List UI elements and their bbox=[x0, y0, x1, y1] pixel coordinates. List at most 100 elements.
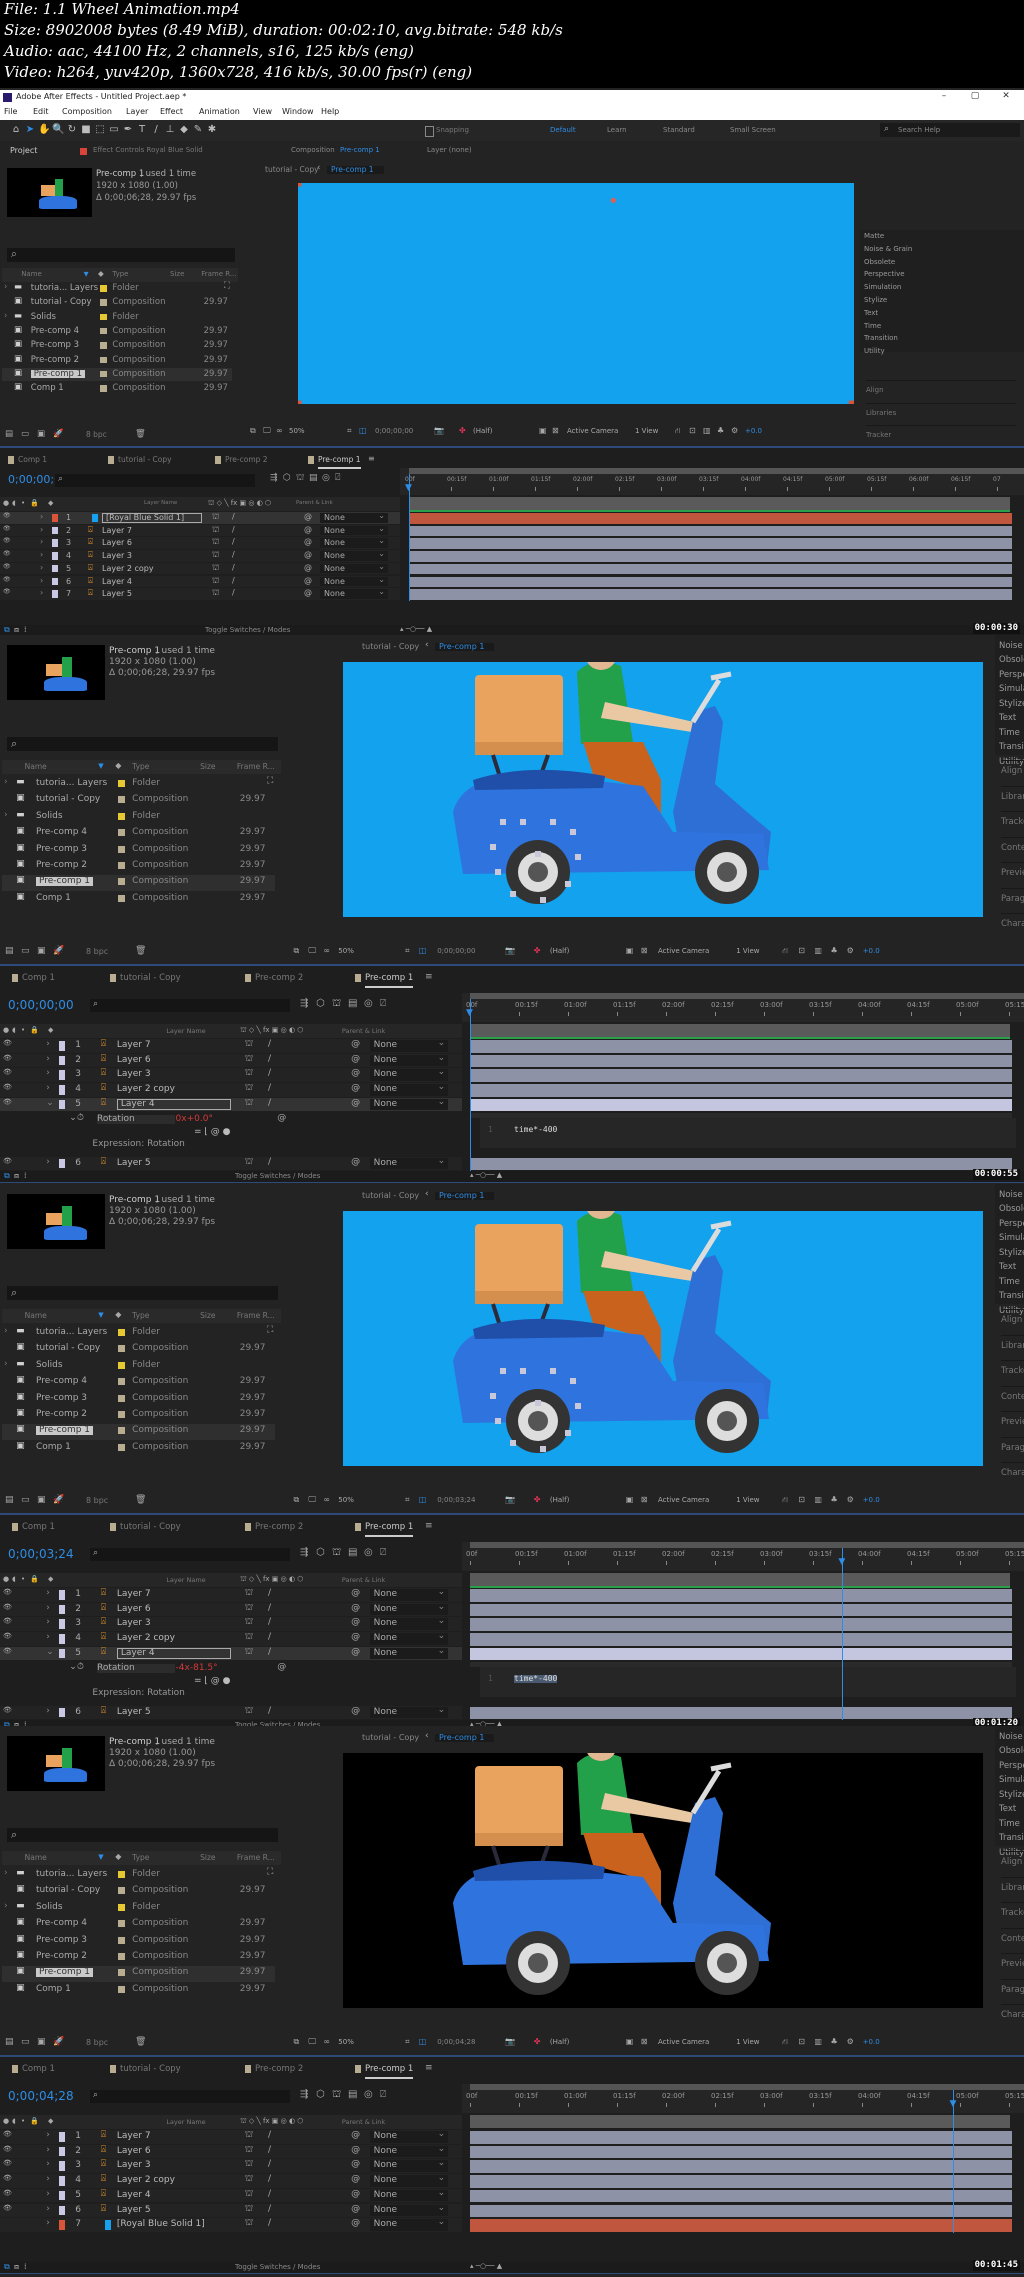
project-item[interactable]: ▣ Pre-comp 3 Composition 29.97 bbox=[2, 339, 232, 352]
quality-switch-icon[interactable]: / bbox=[268, 1647, 271, 1657]
effect-category-5[interactable]: Stylize bbox=[999, 1790, 1024, 1800]
playhead-handle-icon[interactable]: ▼ bbox=[949, 2100, 956, 2109]
tab-menu-icon[interactable]: ≡ bbox=[425, 2064, 433, 2073]
toggle-transparency-icon[interactable]: ⊠ bbox=[641, 947, 648, 955]
project-item[interactable]: ▣ tutorial - Copy Composition 29.97 bbox=[2, 296, 232, 309]
column-type[interactable]: Type bbox=[132, 763, 149, 771]
layer-row[interactable]: 👁 › 4 ⍓ Layer 3 ⛫ / @ None ⌄ bbox=[0, 550, 400, 562]
parent-dropdown[interactable]: None ⌄ bbox=[369, 1097, 449, 1111]
layer-row[interactable]: › 7 [Royal Blue Solid 1] ⛫ / @ None ⌄ bbox=[0, 2218, 462, 2232]
project-search-input[interactable]: ⌕ bbox=[7, 737, 278, 751]
flowchart-icon[interactable]: ⛶ bbox=[267, 1868, 273, 1877]
monitor-icon[interactable]: 🖵 bbox=[263, 427, 271, 435]
layer-label-color[interactable] bbox=[59, 2132, 66, 2142]
always-preview-icon[interactable]: ⧉ bbox=[293, 1496, 299, 1504]
project-item[interactable]: ▣ tutorial - Copy Composition 29.97 bbox=[2, 1342, 275, 1357]
close-button[interactable]: ✕ bbox=[996, 92, 1016, 101]
expand-chevron-icon[interactable]: › bbox=[4, 810, 8, 820]
layer-name[interactable]: Layer 5 bbox=[102, 590, 132, 598]
transfer-controls-icon[interactable]: ⧈ bbox=[14, 2263, 19, 2271]
parent-pickwhip-icon[interactable]: @ bbox=[351, 1084, 360, 1093]
visibility-eye-icon[interactable]: 👁 bbox=[3, 576, 11, 583]
work-area-bar[interactable] bbox=[470, 993, 1024, 999]
shy-switch-icon[interactable]: ⛫ bbox=[245, 2204, 253, 2214]
region-of-interest-icon[interactable]: ⌗ bbox=[405, 1496, 410, 1504]
stopwatch-icon[interactable]: ⌄⏱ bbox=[69, 1113, 84, 1123]
project-item[interactable]: ▣ Pre-comp 2 Composition 29.97 bbox=[2, 859, 275, 874]
visibility-eye-icon[interactable]: 👁 bbox=[3, 1603, 12, 1611]
timeline-tab-comp-1[interactable]: Comp 1 bbox=[22, 2065, 55, 2074]
timeline-tab-tutorial-copy[interactable]: tutorial - Copy bbox=[120, 2065, 181, 2074]
layer-row[interactable]: 👁 ⌄ 5 ⍓ Layer 4 ⛫ / @ None ⌄ bbox=[0, 1646, 462, 1661]
layer-row[interactable]: 👁 › 4 ⍓ Layer 2 copy ⛫ / @ None ⌄ bbox=[0, 1632, 462, 1646]
expand-chevron-icon[interactable]: › bbox=[40, 513, 43, 521]
parent-dropdown[interactable]: None ⌄ bbox=[369, 1039, 449, 1052]
frame-blending-icon[interactable]: ▤ bbox=[348, 999, 357, 1009]
pickwhip-icon[interactable]: @ bbox=[277, 1113, 286, 1123]
layer-duration-bar[interactable] bbox=[470, 1589, 1012, 1602]
parent-dropdown[interactable]: None ⌄ bbox=[369, 1156, 449, 1170]
project-item[interactable]: ▣ Comp 1 Composition 29.97 bbox=[2, 1983, 275, 1998]
label-color-swatch[interactable] bbox=[118, 1953, 126, 1960]
layer-name[interactable]: [Royal Blue Solid 1] bbox=[102, 513, 202, 523]
expand-chevron-icon[interactable]: › bbox=[40, 538, 43, 546]
parent-pickwhip-icon[interactable]: @ bbox=[351, 2145, 360, 2155]
layer-row[interactable]: 👁 › 3 ⍓ Layer 6 ⛫ / @ None ⌄ bbox=[0, 537, 400, 550]
render-icon[interactable]: 🚀 bbox=[53, 430, 64, 439]
side-panel-align[interactable]: Align bbox=[866, 380, 1016, 394]
layer-duration-bar[interactable] bbox=[470, 2175, 1012, 2188]
side-panel-character[interactable]: Character bbox=[1001, 913, 1024, 929]
effect-category-4[interactable]: Simulation bbox=[999, 1776, 1024, 1785]
exposure-value[interactable]: +0.0 bbox=[863, 2039, 880, 2046]
parent-pickwhip-icon[interactable]: @ bbox=[351, 2204, 360, 2214]
project-item[interactable]: ▣ Pre-comp 2 Composition 29.97 bbox=[2, 354, 232, 367]
vr-icon[interactable]: ∞ bbox=[323, 1496, 330, 1504]
side-panel-libraries[interactable]: Libraries bbox=[1001, 1876, 1024, 1893]
comp-breadcrumb-current[interactable]: Pre-comp 1 bbox=[435, 643, 495, 651]
project-search-input[interactable]: ⌕ bbox=[7, 248, 235, 262]
parent-dropdown[interactable]: None ⌄ bbox=[369, 1632, 449, 1645]
side-panel-tracker[interactable]: Tracker bbox=[1001, 811, 1024, 827]
layer-duration-bar[interactable] bbox=[409, 589, 1012, 600]
label-color-swatch[interactable] bbox=[118, 1887, 126, 1895]
frame-blending-icon[interactable]: ▤ bbox=[348, 2090, 357, 2100]
parent-dropdown[interactable]: None ⌄ bbox=[369, 2144, 449, 2158]
timeline-tab-pre-comp-1[interactable]: Pre-comp 1 bbox=[365, 2065, 414, 2079]
flowchart-icon[interactable]: ♣ bbox=[717, 427, 724, 435]
layer-row[interactable]: 👁 › 6 ⍓ Layer 5 ⛫ / @ None ⌄ bbox=[0, 1705, 462, 1720]
side-panel-content-aware-fill[interactable]: Content-Aware Fill bbox=[1001, 1385, 1024, 1402]
time-ruler[interactable]: 00f 00:15f 01:00f 01:15f 02:00f 02:15f 03:00f 0… bbox=[462, 1542, 1024, 1571]
label-color-swatch[interactable] bbox=[118, 1329, 126, 1336]
layer-row[interactable]: 👁 › 2 ⍓ Layer 6 ⛫ / @ None ⌄ bbox=[0, 1602, 462, 1617]
parent-pickwhip-icon[interactable]: @ bbox=[304, 551, 312, 559]
column-name[interactable]: Name bbox=[25, 1854, 47, 1862]
label-color-swatch[interactable] bbox=[100, 370, 107, 378]
expand-chevron-icon[interactable]: › bbox=[46, 1589, 50, 1598]
comp-breadcrumb-current[interactable]: Pre-comp 1 bbox=[327, 166, 384, 174]
parent-dropdown[interactable]: None ⌄ bbox=[369, 1646, 449, 1660]
layer-duration-bar[interactable] bbox=[470, 1603, 1012, 1617]
zoom-slider[interactable]: ▴ ─○── ▲ bbox=[470, 2263, 502, 2270]
parent-pickwhip-icon[interactable]: @ bbox=[351, 2219, 360, 2228]
parent-dropdown[interactable]: None ⌄ bbox=[369, 1053, 449, 1067]
project-comp-name[interactable]: Pre-comp 1 bbox=[96, 170, 144, 179]
layer-name[interactable]: Layer 4 bbox=[116, 1647, 232, 1659]
fast-previews-icon[interactable]: ▣ bbox=[626, 947, 634, 955]
visibility-eye-icon[interactable]: 👁 bbox=[3, 1054, 12, 1062]
effect-category-1[interactable]: Noise & Grain bbox=[999, 1732, 1024, 1742]
quality-switch-icon[interactable]: / bbox=[268, 1098, 271, 1108]
timeline-tab-tutorial-copy[interactable]: tutorial - Copy bbox=[120, 974, 181, 983]
side-panel-libraries[interactable]: Libraries bbox=[866, 402, 1016, 417]
layer-label-color[interactable] bbox=[59, 2190, 66, 2201]
expand-chevron-icon[interactable]: › bbox=[4, 1869, 8, 1878]
label-color-swatch[interactable] bbox=[118, 1361, 126, 1369]
visibility-eye-icon[interactable]: 👁 bbox=[3, 2160, 12, 2167]
expand-chevron-icon[interactable]: › bbox=[46, 1633, 50, 1642]
layer-row[interactable]: 👁 › 2 ⍓ Layer 6 ⛫ / @ None ⌄ bbox=[0, 2144, 462, 2159]
column-size[interactable]: Size bbox=[200, 1312, 215, 1320]
quality-switch-icon[interactable]: / bbox=[268, 1603, 271, 1613]
layer-label-color[interactable] bbox=[59, 1707, 66, 1718]
transparency-grid-icon[interactable]: ◫ bbox=[419, 2038, 427, 2046]
layer-row[interactable]: 👁 › 3 ⍓ Layer 3 ⛫ / @ None ⌄ bbox=[0, 1617, 462, 1632]
quality-switch-icon[interactable]: / bbox=[232, 513, 235, 521]
